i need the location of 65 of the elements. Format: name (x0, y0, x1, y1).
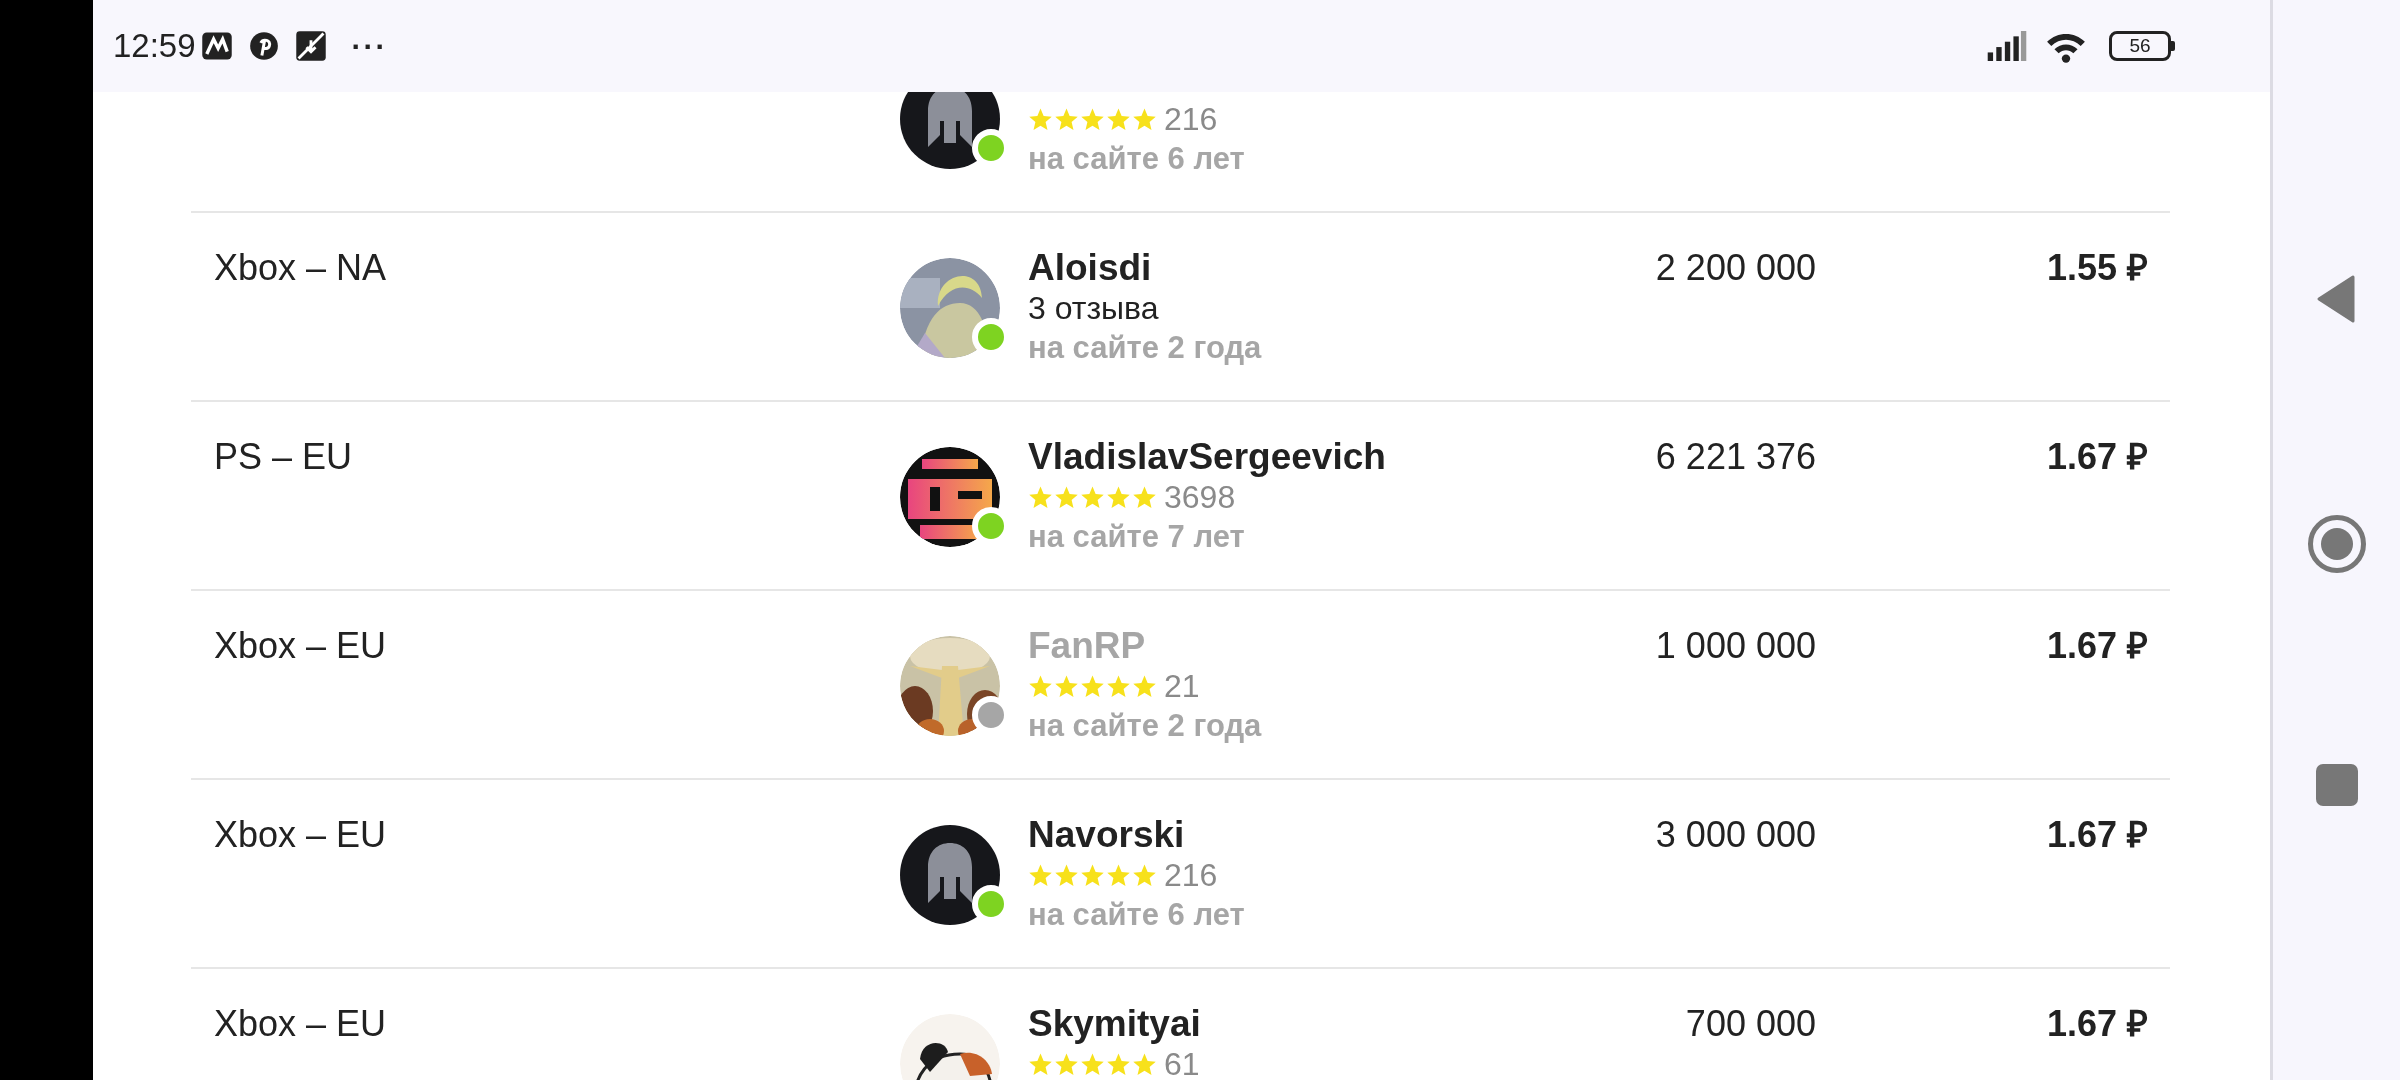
star-icon (1106, 862, 1131, 888)
price-text: 1.67 ₽ (2046, 1003, 2148, 1044)
star-icon (1132, 484, 1157, 510)
region-text: Xbox – EU (214, 1004, 388, 1044)
member-since: на сайте 6 лет (1028, 896, 1246, 934)
star-icon (1028, 484, 1053, 510)
member-since: на сайте 7 лет (1028, 518, 1246, 556)
region-text: Xbox – EU (214, 815, 388, 855)
region-text: Xbox – EU (214, 626, 388, 666)
star-icon (1106, 106, 1131, 132)
more-notifications-text: ··· (351, 28, 388, 65)
review-count: 21 (1164, 667, 1200, 706)
star-icon (1028, 673, 1053, 699)
star-icon (1106, 484, 1131, 510)
recents-button[interactable] (2315, 764, 2358, 806)
helmet-icon (900, 825, 1000, 925)
star-icon (1080, 484, 1105, 510)
star-icon (1054, 106, 1079, 132)
signal-icon (1987, 31, 2027, 61)
star-icon (1028, 862, 1053, 888)
star-icon (1132, 862, 1157, 888)
star-icon (1054, 862, 1079, 888)
price-text: 1.67 ₽ (2046, 625, 2148, 666)
amount-text: 6 221 376 (1655, 436, 1816, 477)
review-count: 3698 (1164, 478, 1236, 517)
review-count: 216 (1164, 856, 1218, 895)
star-icon (1080, 1051, 1105, 1077)
star-icon (1132, 106, 1157, 132)
star-icon (1132, 1051, 1157, 1077)
star-icon (1080, 673, 1105, 699)
star-icon (1028, 106, 1053, 132)
star-icon (1080, 106, 1105, 132)
home-button[interactable] (2307, 515, 2366, 573)
star-icon (1080, 862, 1105, 888)
region-text: Xbox – NA (214, 248, 388, 288)
star-icon (1054, 673, 1079, 699)
price-text: 1.67 ₽ (2046, 436, 2148, 477)
seller-name[interactable]: Aloisdi (1028, 248, 1548, 288)
amount-text: 700 000 (1685, 1003, 1816, 1044)
price-text: 1.67 ₽ (2046, 814, 2148, 855)
review-count: 216 (1164, 100, 1218, 139)
member-since: на сайте 2 года (1028, 329, 1263, 367)
review-count: 3 отзыва (1028, 289, 1159, 328)
battery-level-text: 56 (2129, 36, 2151, 56)
notification-icon (293, 29, 328, 63)
amount-text: 2 200 000 (1655, 247, 1816, 288)
seller-name[interactable]: Skymityai (1028, 1004, 1548, 1044)
seller-name[interactable]: VladislavSergeevich (1028, 437, 1548, 477)
star-icon (1028, 1051, 1053, 1077)
member-since: на сайте 2 года (1028, 707, 1263, 745)
amount-text: 3 000 000 (1655, 814, 1816, 855)
price-text: 1.55 ₽ (2046, 247, 2148, 288)
seller-name[interactable]: Navorski (1028, 815, 1548, 855)
star-icon (1054, 1051, 1079, 1077)
amount-text: 1 000 000 (1655, 625, 1816, 666)
region-text: PS – EU (214, 437, 354, 477)
star-icon (1132, 673, 1157, 699)
star-icon (1054, 484, 1079, 510)
clock-text: 12:59 (113, 26, 196, 67)
notification-icon (247, 30, 280, 62)
review-count: 61 (1164, 1045, 1200, 1080)
member-since: на сайте 6 лет (1028, 140, 1246, 178)
star-icon (1106, 673, 1131, 699)
star-icon (1106, 1051, 1131, 1077)
notification-icon (199, 29, 234, 63)
